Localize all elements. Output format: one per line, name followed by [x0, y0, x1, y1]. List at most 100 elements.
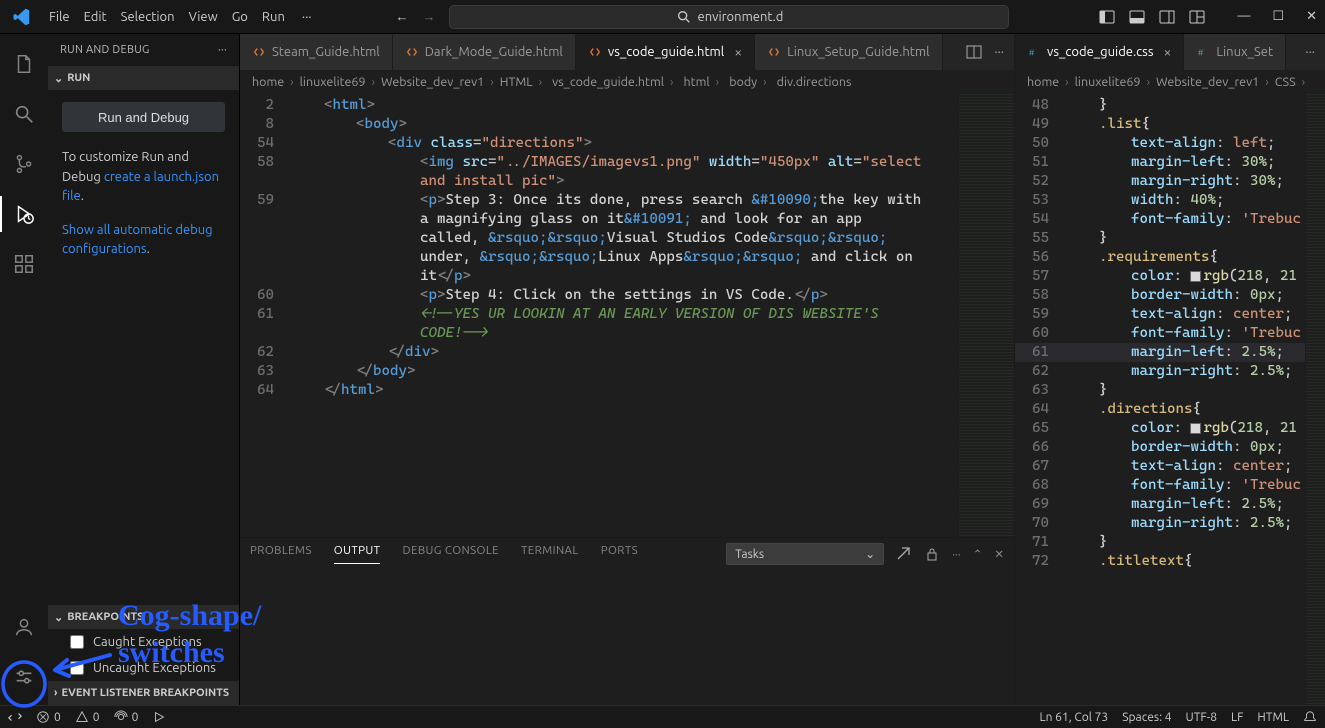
status-bar: 0 0 0 Ln 61, Col 73 Spaces: 4 UTF-8 LF H…: [0, 705, 1325, 728]
search-icon: [676, 9, 692, 25]
bp-uncaught-exceptions[interactable]: Uncaught Exceptions: [48, 655, 239, 681]
panel-tab-debug-console[interactable]: DEBUG CONSOLE: [402, 544, 499, 564]
status-warnings[interactable]: 0: [75, 710, 100, 724]
status-encoding[interactable]: UTF-8: [1186, 711, 1217, 724]
layout-sidebar-right-icon[interactable]: [1159, 9, 1175, 25]
debug-hint-text: To customize Run and Debug create a laun…: [48, 144, 239, 217]
chevron-down-icon: ⌄: [54, 72, 63, 85]
sidebar-more-icon[interactable]: ···: [218, 44, 227, 56]
nav-forward-icon[interactable]: →: [422, 9, 435, 24]
breakpoints-section-head[interactable]: ⌄ BREAKPOINTS: [48, 605, 239, 629]
breadcrumb-segment[interactable]: Website_dev_rev1: [1156, 75, 1259, 89]
layout-customize-icon[interactable]: [1189, 9, 1205, 25]
status-indent[interactable]: Spaces: 4: [1122, 711, 1171, 724]
menu-go[interactable]: Go: [225, 6, 255, 28]
menu-selection[interactable]: Selection: [114, 6, 182, 28]
run-and-debug-button[interactable]: Run and Debug: [62, 102, 225, 132]
status-cursor-pos[interactable]: Ln 61, Col 73: [1039, 711, 1108, 724]
breadcrumb[interactable]: home›linuxelite69›Website_dev_rev1›CSS›#: [1015, 70, 1325, 94]
debug-hint-text2: Show all automatic debug configurations.: [48, 217, 239, 270]
vscode-logo-icon: [12, 8, 30, 26]
bottom-panel: PROBLEMS OUTPUT DEBUG CONSOLE TERMINAL PORTS…: [240, 537, 1014, 705]
code-editor[interactable]: 2<html>8<body>54<div class="directions">…: [240, 94, 958, 537]
close-icon[interactable]: ×: [1163, 44, 1171, 60]
breadcrumb-segment[interactable]: Website_dev_rev1: [381, 75, 484, 89]
tab-linux_set[interactable]: #Linux_Set: [1184, 34, 1286, 70]
status-notifications-icon[interactable]: [1303, 710, 1317, 724]
status-debug-target[interactable]: [152, 710, 166, 724]
panel-more-icon[interactable]: ···: [952, 548, 961, 561]
bp-caught-exceptions[interactable]: Caught Exceptions: [48, 629, 239, 655]
checkbox[interactable]: [70, 661, 84, 675]
activity-explorer-icon[interactable]: [0, 42, 48, 86]
minimap[interactable]: [958, 94, 1014, 537]
minimap[interactable]: [1305, 94, 1325, 705]
chevron-right-icon: ›: [54, 687, 57, 699]
chevron-down-icon: ⌄: [865, 547, 875, 561]
tab-vs_code_guide-css[interactable]: #vs_code_guide.css×: [1015, 34, 1184, 70]
breadcrumb-segment[interactable]: home: [252, 75, 284, 89]
output-channel-select[interactable]: Tasks⌄: [726, 543, 884, 565]
show-auto-configs-link[interactable]: Show all automatic debug configurations: [62, 223, 213, 257]
window-minimize-icon[interactable]: —: [1237, 9, 1250, 24]
checkbox[interactable]: [70, 635, 84, 649]
panel-maximize-icon[interactable]: ⌃: [973, 547, 983, 561]
breadcrumb-segment[interactable]: home: [1027, 75, 1059, 89]
tab-linux_setup_guide-html[interactable]: Linux_Setup_Guide.html: [755, 34, 942, 70]
activity-settings-icon[interactable]: [0, 655, 48, 699]
command-center-search[interactable]: environment.d: [449, 5, 1009, 29]
activity-account-icon[interactable]: [0, 605, 48, 649]
editor-group-1: Steam_Guide.htmlDark_Mode_Guide.htmlvs_c…: [240, 34, 1015, 705]
activity-run-debug-icon[interactable]: [0, 192, 48, 236]
breadcrumb-segment[interactable]: linuxelite69: [1075, 75, 1141, 89]
chevron-down-icon: ⌄: [54, 611, 63, 624]
menu-view[interactable]: View: [182, 6, 225, 28]
event-listener-bp-head[interactable]: › EVENT LISTENER BREAKPOINTS: [48, 681, 239, 705]
layout-sidebar-left-icon[interactable]: [1099, 9, 1115, 25]
activity-source-control-icon[interactable]: [0, 142, 48, 186]
breadcrumb-segment[interactable]: vs_code_guide.html: [548, 75, 664, 89]
svg-text:#: #: [1198, 48, 1204, 58]
breadcrumb-segment[interactable]: HTML: [500, 75, 533, 89]
status-eol[interactable]: LF: [1231, 711, 1243, 724]
svg-text:#: #: [1029, 48, 1035, 58]
menu-edit[interactable]: Edit: [77, 6, 114, 28]
tab-vs_code_guide-html[interactable]: vs_code_guide.html×: [576, 34, 755, 70]
status-ports[interactable]: 0: [114, 710, 139, 724]
menu-run[interactable]: Run: [255, 6, 292, 28]
close-icon[interactable]: ×: [734, 44, 742, 60]
panel-tab-ports[interactable]: PORTS: [601, 544, 638, 564]
layout-panel-icon[interactable]: [1129, 9, 1145, 25]
status-errors[interactable]: 0: [36, 710, 61, 724]
breadcrumb-segment[interactable]: CSS: [1275, 75, 1296, 89]
run-section-head[interactable]: ⌄ RUN: [48, 66, 239, 90]
status-language[interactable]: HTML: [1257, 711, 1289, 724]
breadcrumb-segment[interactable]: html: [680, 75, 710, 89]
breadcrumb[interactable]: home›linuxelite69›Website_dev_rev1›HTML›…: [240, 70, 1014, 94]
tab-dark_mode_guide-html[interactable]: Dark_Mode_Guide.html: [393, 34, 576, 70]
breadcrumb-segment[interactable]: linuxelite69: [300, 75, 366, 89]
breadcrumb-segment[interactable]: div.directions: [773, 75, 852, 89]
window-close-icon[interactable]: ✕: [1306, 9, 1317, 24]
panel-tab-problems[interactable]: PROBLEMS: [250, 544, 312, 564]
activity-bar: [0, 34, 48, 705]
panel-tab-terminal[interactable]: TERMINAL: [521, 544, 579, 564]
window-maximize-icon[interactable]: ☐: [1272, 9, 1284, 24]
tab-more-icon[interactable]: ···: [994, 45, 1004, 59]
activity-extensions-icon[interactable]: [0, 242, 48, 286]
lock-scroll-icon[interactable]: [924, 546, 940, 562]
panel-close-icon[interactable]: ✕: [994, 547, 1004, 561]
menu-file[interactable]: File: [42, 6, 77, 28]
split-editor-icon[interactable]: [966, 44, 982, 60]
code-editor[interactable]: 48}49.list{50text-align: left;51margin-l…: [1015, 94, 1305, 705]
activity-search-icon[interactable]: [0, 92, 48, 136]
tab-more-icon[interactable]: ···: [1305, 45, 1315, 59]
menu-more-icon[interactable]: ···: [296, 6, 318, 28]
panel-tab-output[interactable]: OUTPUT: [334, 544, 381, 564]
nav-back-icon[interactable]: ←: [395, 9, 408, 24]
clear-output-icon[interactable]: [896, 546, 912, 562]
breadcrumb-segment[interactable]: body: [725, 75, 757, 89]
tab-steam_guide-html[interactable]: Steam_Guide.html: [240, 34, 393, 70]
remote-indicator[interactable]: [8, 710, 22, 724]
search-text: environment.d: [698, 10, 784, 24]
